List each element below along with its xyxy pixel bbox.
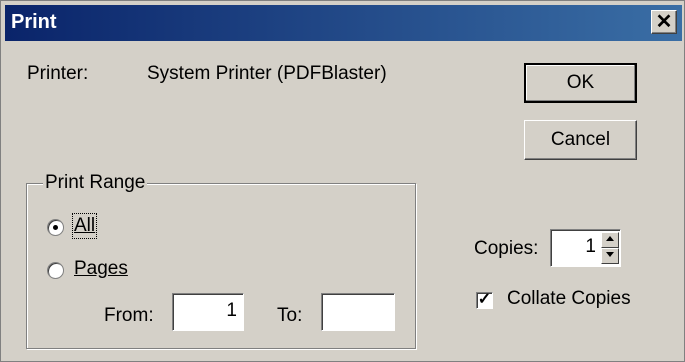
copies-decrement-button[interactable]	[601, 248, 619, 264]
radio-all-label[interactable]: All	[71, 213, 98, 239]
copies-label: Copies:	[474, 238, 539, 259]
print-range-legend: Print Range	[43, 172, 148, 194]
radio-pages[interactable]	[47, 262, 64, 279]
to-input[interactable]	[321, 293, 395, 331]
collate-label[interactable]: Collate Copies	[507, 288, 631, 310]
collate-checkbox[interactable]: ✓	[476, 292, 493, 309]
checkmark-icon: ✓	[477, 291, 492, 308]
ok-button-label: OK	[566, 72, 595, 93]
cancel-button[interactable]: Cancel	[524, 120, 637, 160]
dialog-title: Print	[11, 11, 57, 33]
to-label: To:	[277, 305, 303, 326]
ok-button[interactable]: OK	[524, 63, 637, 103]
radio-all[interactable]	[47, 219, 64, 236]
radio-pages-text: Pages	[74, 258, 128, 279]
arrow-up-icon	[606, 236, 614, 241]
radio-all-text: All	[74, 215, 96, 236]
printer-name: System Printer (PDFBlaster)	[147, 63, 387, 84]
radio-pages-label[interactable]: Pages	[74, 258, 128, 280]
from-label: From:	[104, 305, 154, 326]
print-dialog: Print ✕ Printer: System Printer (PDFBlas…	[0, 0, 685, 362]
close-button[interactable]: ✕	[651, 10, 677, 34]
cancel-button-label: Cancel	[550, 129, 611, 150]
arrow-down-icon	[606, 252, 614, 257]
printer-label: Printer:	[27, 63, 89, 84]
close-icon: ✕	[655, 11, 673, 33]
copies-increment-button[interactable]	[601, 232, 619, 248]
from-input[interactable]: 1	[172, 293, 244, 331]
title-bar[interactable]: Print ✕	[5, 5, 682, 41]
radio-selected-dot	[53, 225, 58, 230]
